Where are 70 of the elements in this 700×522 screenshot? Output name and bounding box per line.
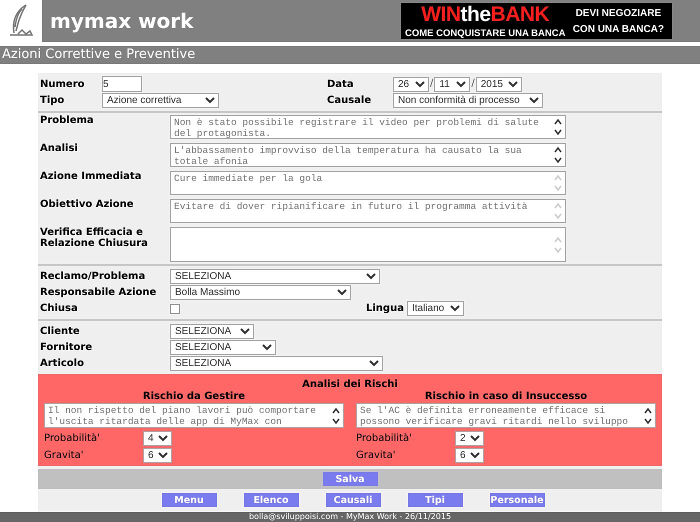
nav-button[interactable]: Personale — [490, 493, 544, 507]
text-area[interactable]: Se l'AC è definita erroneamente efficace si possono verificare gravi ritardi nello sviluppo — [356, 403, 656, 428]
month-select[interactable]: 11 — [434, 76, 470, 92]
field-label: Data — [327, 78, 355, 90]
scrollbar-icon[interactable] — [552, 145, 564, 165]
number-field[interactable]: 5 — [102, 76, 142, 92]
cause-select[interactable]: Non conformità di processo — [393, 93, 543, 108]
ad-banner[interactable]: WINtheBANK COME CONQUISTARE UNA BANCA DEVI NEGOZIARE CON UNA BANCA? — [401, 3, 672, 39]
banner-text: CON UNA BANCA? — [572, 24, 664, 34]
field-label: Lingua — [366, 303, 404, 314]
date-separator: / — [430, 77, 434, 91]
section-title: Analisi dei Rischi — [302, 379, 398, 390]
field-label: Chiusa — [40, 303, 79, 314]
field-label: Problema — [40, 115, 95, 128]
nav-button[interactable]: Elenco — [244, 493, 298, 507]
text-area[interactable]: Evitare di dover ripianificare in futuro il programma attività — [170, 199, 566, 223]
text-area[interactable]: Non è stato possibile registrare il video per problemi di salute del protagonista. — [170, 115, 566, 139]
banner-text: DEVI NEGOZIARE — [576, 8, 662, 18]
probability-select[interactable]: 2 — [455, 431, 484, 446]
manager-select[interactable]: Bolla Massimo — [170, 285, 351, 300]
text-area[interactable]: Il non rispetto del piano lavori può comportare l'uscita ritardata delle app di MyMax con — [44, 403, 344, 428]
probability-select[interactable]: 4 — [143, 431, 172, 446]
field-label: Analisi — [40, 143, 79, 156]
column-heading: Rischio da Gestire — [142, 391, 246, 402]
language-select[interactable]: Italiano — [406, 301, 464, 316]
customer-select[interactable]: SELEZIONA — [170, 324, 254, 339]
field-label: Probabilità' — [356, 433, 413, 444]
nav-button[interactable]: Menu — [162, 493, 216, 507]
page-title: Azioni Correttive e Preventive — [0, 46, 700, 64]
scrollbar-icon[interactable] — [552, 234, 564, 254]
field-label: Verifica Efficacia e Relazione Chiusura — [40, 227, 149, 251]
text-area[interactable] — [170, 227, 566, 262]
scrollbar-icon[interactable] — [552, 117, 564, 137]
app-name: mymax work — [50, 9, 194, 33]
footer-bar: bolla@sviluppoisi.com - MyMax Work - 26/11/2015 — [0, 512, 700, 522]
field-label: Gravita' — [356, 450, 396, 461]
severity-select[interactable]: 6 — [143, 448, 172, 463]
nav-button[interactable]: Tipi — [408, 493, 462, 507]
field-label: Azione Immediata — [40, 171, 142, 184]
field-label: Causale — [327, 95, 372, 106]
scrollbar-icon[interactable] — [330, 406, 342, 426]
severity-select[interactable]: 6 — [455, 448, 484, 463]
supplier-select[interactable]: SELEZIONA — [170, 340, 276, 355]
field-label: Fornitore — [40, 342, 94, 353]
type-select[interactable]: Azione correttiva — [102, 93, 219, 108]
complaint-select[interactable]: SELEZIONA — [170, 269, 380, 284]
date-separator: / — [471, 77, 475, 91]
field-label: Tipo — [40, 95, 66, 106]
closed-checkbox[interactable] — [170, 304, 180, 314]
text-area[interactable]: L'abbassamento improvviso della temperatura ha causato la sua totale afonia — [170, 143, 566, 167]
text-area[interactable]: Cure immediate per la gola — [170, 171, 566, 195]
nav-button[interactable]: Causali — [326, 493, 380, 507]
column-heading: Rischio in caso di Insuccesso — [424, 391, 588, 402]
field-label: Responsabile Azione — [40, 287, 158, 298]
year-select[interactable]: 2015 — [476, 76, 522, 92]
scrollbar-icon[interactable] — [552, 173, 564, 193]
field-label: Numero — [40, 78, 86, 90]
field-label: Cliente — [40, 326, 81, 337]
banner-headline: WINtheBANK — [421, 3, 550, 27]
scrollbar-icon[interactable] — [642, 406, 654, 426]
field-label: Gravita' — [44, 450, 84, 461]
day-select[interactable]: 26 — [393, 76, 429, 92]
field-label: Reclamo/Problema — [40, 271, 146, 282]
field-label: Probabilità' — [44, 433, 101, 444]
item-select[interactable]: SELEZIONA — [170, 356, 383, 371]
banner-tagline: COME CONQUISTARE UNA BANCA — [405, 28, 566, 39]
scrollbar-icon[interactable] — [552, 201, 564, 221]
save-button[interactable]: Salva — [322, 472, 378, 486]
field-label: Obiettivo Azione — [40, 199, 134, 212]
field-label: Articolo — [40, 358, 85, 369]
